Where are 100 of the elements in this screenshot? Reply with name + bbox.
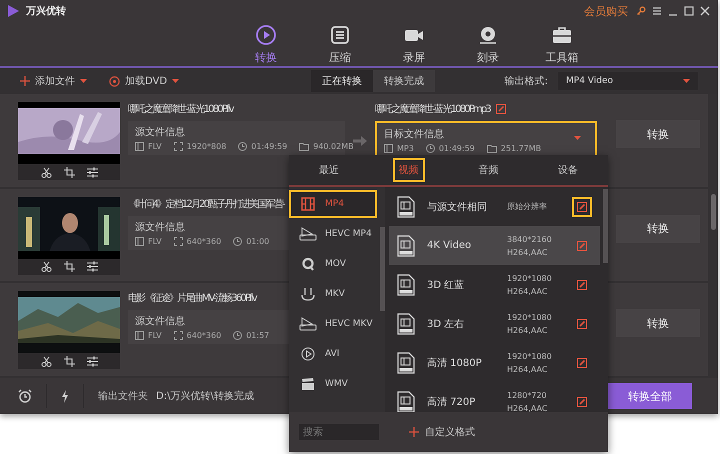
preset-row[interactable]: 4K Video 3840*2160 H264,AAC <box>389 226 600 265</box>
format-icon <box>299 317 317 331</box>
sliders-icon[interactable] <box>86 166 98 178</box>
menu-icon[interactable] <box>652 6 662 16</box>
maximize-icon[interactable] <box>684 6 694 16</box>
custom-format-button[interactable]: 自定义格式 <box>409 425 475 439</box>
output-format-dropdown[interactable]: MP4 Video <box>558 72 698 90</box>
scissors-icon[interactable] <box>40 261 52 272</box>
arrow-icon <box>353 136 367 146</box>
format-category-tab[interactable]: 音频 <box>472 158 504 182</box>
play-circle-icon <box>255 24 277 46</box>
preset-name: 3D 左右 <box>427 318 466 330</box>
key-icon[interactable] <box>636 6 646 16</box>
edit-icon[interactable] <box>496 104 506 114</box>
film-icon <box>135 142 144 151</box>
format-category-tab[interactable]: 视频 <box>392 158 425 182</box>
file-name: 哪吒之魔童降世-蓝光1080P.mp3 <box>375 102 490 116</box>
info-heading: 源文件信息 <box>135 314 185 328</box>
preset-specs: 3840*2160 H264,AAC <box>507 234 553 258</box>
format-category-tab[interactable]: 最近 <box>312 158 345 182</box>
video-file-icon <box>397 274 415 296</box>
convert-button[interactable]: 转换 <box>616 214 700 243</box>
caret-icon <box>172 78 180 84</box>
alarm-clock-icon[interactable] <box>18 389 32 403</box>
nav-tab[interactable]: 录屏 <box>391 22 437 66</box>
video-file-icon <box>397 390 415 412</box>
resize-icon <box>174 331 183 340</box>
format-item[interactable]: HEVC MKV <box>289 310 377 338</box>
crop-icon[interactable] <box>64 261 74 272</box>
preset-row[interactable]: 3D 左右 1920*1080 H264,AAC <box>389 304 600 343</box>
duration-text: 01:00 <box>246 236 270 246</box>
nav-tab[interactable]: 压缩 <box>317 22 363 66</box>
play-logo-icon <box>6 4 20 18</box>
edit-icon <box>577 396 587 406</box>
format-item[interactable]: WMV <box>289 370 377 398</box>
info-heading: 源文件信息 <box>135 126 185 139</box>
preset-row[interactable]: 高清 720P 1280*720 H264,AAC <box>389 382 600 412</box>
close-icon[interactable] <box>700 6 710 16</box>
format-icon <box>299 287 317 301</box>
preset-name: 3D 红蓝 <box>427 278 466 292</box>
preset-name: 高清 1080P <box>427 356 483 370</box>
format-icon <box>299 347 317 361</box>
search-field[interactable]: 搜索 <box>299 424 379 440</box>
nav-tab[interactable]: 刻录 <box>465 22 511 66</box>
format-text: FLV <box>148 331 162 340</box>
format-icon <box>299 227 317 241</box>
format-category-tab[interactable]: 设备 <box>552 158 584 182</box>
preset-row[interactable]: 3D 红蓝 1920*1080 H264,AAC <box>389 265 600 304</box>
add-file-button[interactable]: 添加文件 <box>20 74 87 88</box>
folder-icon <box>299 142 310 151</box>
preset-row[interactable]: 高清 1080P 1920*1080 H264,AAC <box>389 343 600 382</box>
sliders-icon[interactable] <box>86 261 98 272</box>
caret-icon <box>574 136 581 141</box>
duration-text: 01:57 <box>246 331 270 340</box>
plus-icon <box>409 427 419 437</box>
resize-icon <box>174 236 183 246</box>
member-purchase-link[interactable]: 会员购买 <box>584 4 628 18</box>
scrollbar[interactable] <box>708 94 718 378</box>
clock-icon <box>233 236 242 246</box>
edit-button[interactable] <box>572 196 592 216</box>
preset-specs: 1920*1080 H264,AAC <box>507 272 553 298</box>
lightning-icon[interactable] <box>61 390 69 402</box>
toolbox-icon <box>551 24 573 46</box>
status-tab[interactable]: 转换完成 <box>373 70 436 92</box>
preset-name: 4K Video <box>427 240 472 251</box>
format-item[interactable]: MP4 <box>289 190 377 218</box>
file-name: 《叶问4》定档12月20甄子丹打进美国军营- <box>128 198 284 211</box>
output-path-field[interactable]: D:\万兴优转\转换完成 <box>156 389 254 403</box>
convert-button[interactable]: 转换 <box>616 309 700 338</box>
info-heading: 源文件信息 <box>135 220 185 234</box>
preset-name: 高清 720P <box>427 396 476 408</box>
format-text: FLV <box>148 236 162 246</box>
app-title: 万兴优转 <box>26 4 66 18</box>
scrollbar[interactable] <box>380 227 385 311</box>
convert-all-button[interactable]: 转换全部 <box>608 383 692 409</box>
format-item[interactable]: HEVC MP4 <box>289 220 377 248</box>
nav-tab[interactable]: 工具箱 <box>539 22 585 66</box>
format-item[interactable]: MOV <box>289 250 377 278</box>
load-dvd-button[interactable]: 加载DVD <box>109 74 180 88</box>
convert-button[interactable]: 转换 <box>616 120 700 148</box>
edit-icon <box>577 202 587 212</box>
resize-icon <box>174 142 183 151</box>
format-item[interactable]: MKV <box>289 280 377 308</box>
caret-icon <box>683 78 690 84</box>
list-box-icon <box>329 24 351 46</box>
preset-specs: 1920*1080 H264,AAC <box>507 312 553 336</box>
scissors-icon[interactable] <box>40 356 52 367</box>
scissors-icon[interactable] <box>40 166 52 178</box>
edit-icon <box>577 318 587 328</box>
nav-tab[interactable]: 转换 <box>243 22 289 66</box>
format-item[interactable]: AVI <box>289 340 377 368</box>
crop-icon[interactable] <box>64 356 74 367</box>
status-tab[interactable]: 正在转换 <box>311 70 374 92</box>
preset-row[interactable]: 与源文件相同 原始分辨率 <box>389 187 600 226</box>
folder-icon <box>486 144 497 153</box>
video-file-icon <box>397 352 415 374</box>
sliders-icon[interactable] <box>86 356 98 367</box>
scrollbar[interactable] <box>603 189 608 263</box>
crop-icon[interactable] <box>64 166 74 178</box>
format-icon <box>299 377 317 391</box>
